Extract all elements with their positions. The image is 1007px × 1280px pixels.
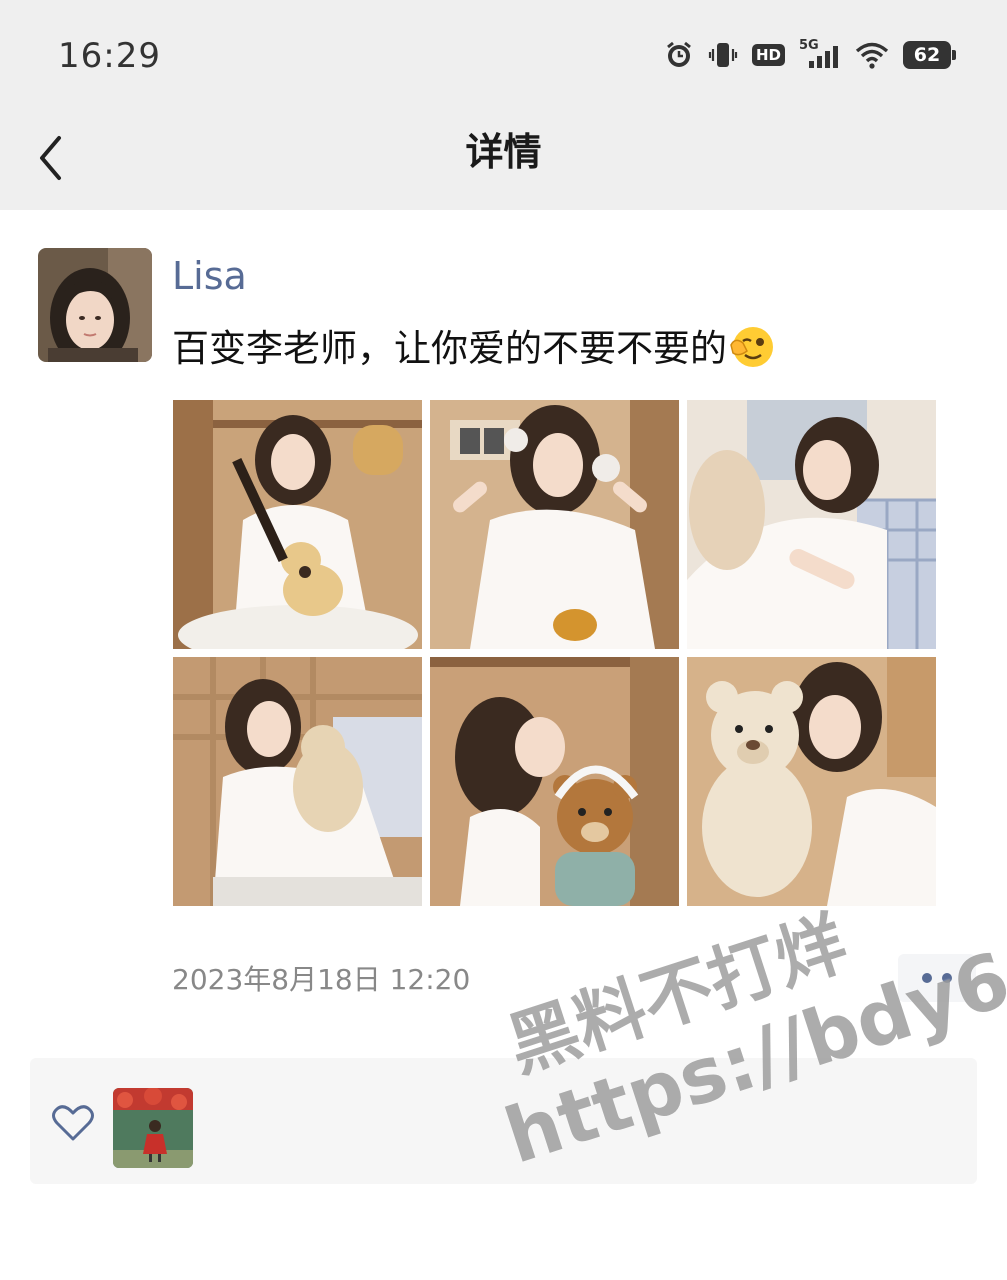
nav-bar: 详情 [0,110,1007,210]
5g-signal-icon: 5G [799,38,841,70]
post-text: 百变李老师，让你爱的不要不要的 [172,318,775,372]
status-icons: HD 5G 62 [664,38,956,72]
wink-hand-emoji [729,323,775,369]
battery-icon: 62 [903,41,956,69]
liker-avatar[interactable] [113,1088,193,1168]
hd-icon: HD [751,44,785,66]
post-photo-6[interactable] [687,657,936,906]
more-actions-button[interactable] [898,954,976,1002]
post-timestamp: 2023年8月18日 12:20 [172,963,471,996]
status-bar: 16:29 HD 5G 62 [0,0,1007,110]
post-photo-5[interactable] [430,657,679,906]
more-dots-icon [922,973,932,983]
status-time: 16:29 [58,36,161,76]
wifi-icon [855,41,889,69]
post-photo-4[interactable] [173,657,422,906]
author-name[interactable]: Lisa [172,254,247,298]
post-photo-2[interactable] [430,400,679,649]
page-title: 详情 [465,130,542,174]
post-photo-1[interactable] [173,400,422,649]
post-photo-3[interactable] [687,400,936,649]
vibrate-icon [708,40,738,70]
author-avatar[interactable] [38,248,152,362]
heart-icon[interactable] [52,1104,94,1146]
alarm-icon [664,40,694,70]
likes-panel [30,1058,977,1184]
photo-grid [173,400,936,906]
post-text-content: 百变李老师，让你爱的不要不要的 [172,327,727,370]
